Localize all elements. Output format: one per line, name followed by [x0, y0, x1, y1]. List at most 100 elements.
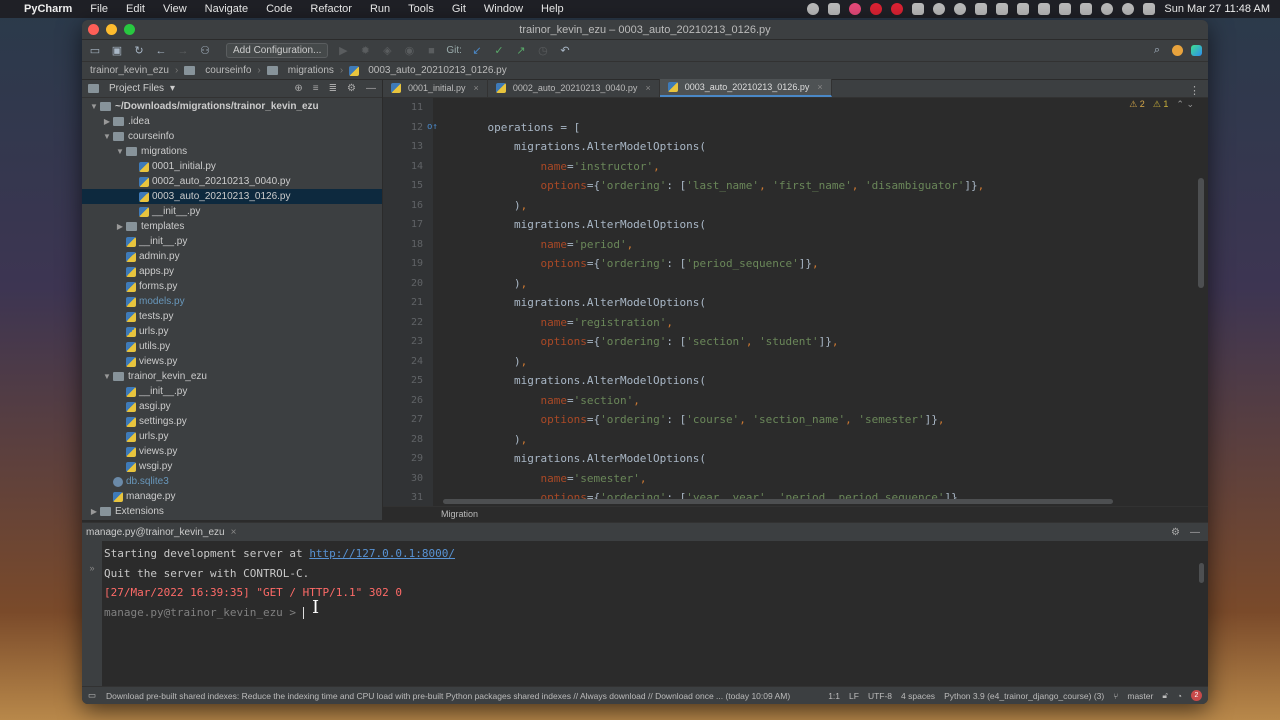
code-line[interactable]: 22 name='registration',: [383, 313, 1208, 333]
code-area[interactable]: ⚠ 2 ⚠ 1 ⌃ ⌄ 11 12 o↑ operations = [13 migr…: [383, 98, 1208, 506]
tree-file[interactable]: 0001_initial.py: [82, 159, 382, 174]
breadcrumb-item[interactable]: 0003_auto_20210213_0126.py: [368, 65, 506, 76]
tree-file[interactable]: db.sqlite3: [82, 474, 382, 489]
tray-mail-icon[interactable]: [1038, 3, 1051, 15]
tree-file[interactable]: admin.py: [82, 249, 382, 264]
tree-file[interactable]: tests.py: [82, 309, 382, 324]
open-folder-icon[interactable]: ▭: [88, 44, 102, 57]
coverage-icon[interactable]: ◈: [380, 44, 394, 57]
tree-folder[interactable]: ▼ courseinfo: [82, 129, 382, 144]
code-line[interactable]: 16 ),: [383, 196, 1208, 216]
tree-file[interactable]: 0002_auto_20210213_0040.py: [82, 174, 382, 189]
tree-folder[interactable]: ▶ Extensions: [82, 504, 382, 519]
tree-file[interactable]: asgi.py: [82, 399, 382, 414]
git-commit-icon[interactable]: ✓: [492, 44, 506, 57]
chevron-right-icon[interactable]: ▶: [101, 117, 113, 126]
git-update-icon[interactable]: ↙: [470, 44, 484, 57]
close-window-button[interactable]: [88, 24, 99, 35]
tray-dropbox-icon[interactable]: [1017, 3, 1030, 15]
navigate-problems-icon[interactable]: ⌃ ⌄: [1176, 99, 1194, 110]
indent-setting[interactable]: 4 spaces: [901, 691, 935, 701]
debug-icon[interactable]: ✹: [358, 44, 372, 57]
console-scrollbar[interactable]: [1199, 563, 1204, 583]
search-icon[interactable]: [1122, 3, 1135, 15]
tray-record-icon[interactable]: [870, 3, 883, 15]
editor-tab[interactable]: 0002_auto_20210213_0040.py ×: [488, 79, 660, 97]
line-separator[interactable]: LF: [849, 691, 859, 701]
close-tab-icon[interactable]: ×: [474, 83, 479, 93]
chevron-down-icon[interactable]: ▼: [88, 102, 100, 111]
locate-file-icon[interactable]: ⊕: [294, 83, 302, 94]
menu-edit[interactable]: Edit: [126, 3, 145, 15]
warning-count[interactable]: ⚠ 2: [1129, 99, 1145, 110]
tree-file[interactable]: __init__.py: [82, 204, 382, 219]
code-line[interactable]: 21 migrations.AlterModelOptions(: [383, 293, 1208, 313]
tree-file[interactable]: views.py: [82, 444, 382, 459]
editor-tab[interactable]: 0003_auto_20210213_0126.py ×: [659, 79, 832, 97]
editor-breadcrumb-status[interactable]: Migration: [383, 506, 1208, 520]
tray-color-icon[interactable]: [807, 3, 820, 15]
tray-y-icon[interactable]: [996, 3, 1009, 15]
code-line[interactable]: 15 options={'ordering': ['last_name', 'f…: [383, 176, 1208, 196]
run-icon[interactable]: ▶: [336, 44, 350, 57]
forward-icon[interactable]: →: [176, 45, 190, 57]
search-everywhere-icon[interactable]: ⌕: [1150, 44, 1164, 57]
tree-folder[interactable]: ▶ templates: [82, 219, 382, 234]
override-gutter-icon[interactable]: o↑: [427, 122, 461, 132]
editor-horizontal-scrollbar[interactable]: [443, 499, 1113, 504]
wifi-icon[interactable]: [1101, 3, 1114, 15]
menu-git[interactable]: Git: [452, 3, 466, 15]
gear-icon[interactable]: ⚙: [1171, 527, 1180, 538]
chevron-down-icon[interactable]: ▼: [101, 132, 113, 141]
run-tab-title[interactable]: manage.py@trainor_kevin_ezu: [86, 527, 225, 538]
tree-folder[interactable]: ▼ trainor_kevin_ezu: [82, 369, 382, 384]
breadcrumb-item[interactable]: courseinfo: [205, 65, 251, 76]
tray-youtube-icon[interactable]: [891, 3, 904, 15]
tree-folder[interactable]: ▶ .idea: [82, 114, 382, 129]
code-line[interactable]: 19 options={'ordering': ['period_sequenc…: [383, 254, 1208, 274]
control-center-icon[interactable]: [1143, 3, 1156, 15]
code-line[interactable]: 25 migrations.AlterModelOptions(: [383, 371, 1208, 391]
close-tab-icon[interactable]: ×: [817, 82, 822, 92]
tree-file[interactable]: manage.py: [82, 489, 382, 504]
git-branch[interactable]: master: [1127, 691, 1153, 701]
menu-view[interactable]: View: [163, 3, 187, 15]
minimize-window-button[interactable]: [106, 24, 117, 35]
code-line[interactable]: 14 name='instructor',: [383, 157, 1208, 177]
console-output[interactable]: Starting development server at http://12…: [104, 547, 1188, 625]
breadcrumb-item[interactable]: trainor_kevin_ezu: [90, 65, 169, 76]
git-rollback-icon[interactable]: ↶: [558, 44, 572, 57]
jetbrains-icon[interactable]: [1191, 45, 1202, 56]
sync-icon[interactable]: ↻: [132, 44, 146, 57]
tray-settings-icon[interactable]: [954, 3, 967, 15]
tree-file[interactable]: utils.py: [82, 339, 382, 354]
tree-file[interactable]: __init__.py: [82, 384, 382, 399]
git-history-icon[interactable]: ◷: [536, 44, 550, 57]
menu-help[interactable]: Help: [541, 3, 564, 15]
close-tab-icon[interactable]: ×: [231, 527, 237, 538]
tray-slack-icon[interactable]: [828, 3, 841, 15]
file-encoding[interactable]: UTF-8: [868, 691, 892, 701]
inspection-widget[interactable]: ⚠ 2 ⚠ 1 ⌃ ⌄: [1129, 99, 1194, 110]
tree-file[interactable]: apps.py: [82, 264, 382, 279]
tray-circle-icon[interactable]: [933, 3, 946, 15]
tree-file[interactable]: urls.py: [82, 429, 382, 444]
chevron-down-icon[interactable]: ▾: [170, 83, 175, 94]
status-message[interactable]: Download pre-built shared indexes: Reduc…: [106, 691, 790, 701]
chevron-down-icon[interactable]: ▼: [101, 372, 113, 381]
weak-warning-count[interactable]: ⚠ 1: [1153, 99, 1169, 110]
code-line[interactable]: 13 migrations.AlterModelOptions(: [383, 137, 1208, 157]
tree-file[interactable]: forms.py: [82, 279, 382, 294]
code-line[interactable]: 23 options={'ordering': ['section', 'stu…: [383, 332, 1208, 352]
memory-icon[interactable]: ◔: [1177, 691, 1182, 701]
collapse-all-icon[interactable]: ≣: [329, 83, 337, 94]
chevron-right-icon[interactable]: ▶: [114, 222, 126, 231]
back-icon[interactable]: ←: [154, 45, 168, 57]
code-line[interactable]: 30 name='semester',: [383, 469, 1208, 489]
close-tab-icon[interactable]: ×: [645, 83, 650, 93]
code-line[interactable]: 29 migrations.AlterModelOptions(: [383, 449, 1208, 469]
project-view-selector[interactable]: Project Files: [109, 83, 164, 94]
menu-app[interactable]: PyCharm: [24, 3, 72, 15]
profile-icon[interactable]: ◉: [402, 44, 416, 57]
panel-toggle-icon[interactable]: ▭: [88, 690, 96, 701]
